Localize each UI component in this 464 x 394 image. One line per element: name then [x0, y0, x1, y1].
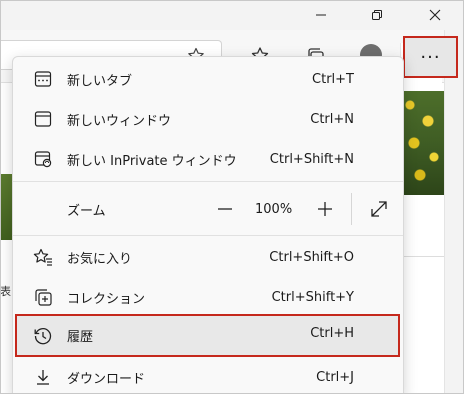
zoom-divider [351, 193, 352, 225]
inprivate-icon [33, 149, 53, 169]
menu-item-downloads[interactable]: ダウンロード Ctrl+J [17, 357, 400, 394]
minus-icon [218, 208, 232, 210]
download-icon [33, 367, 53, 387]
zoom-value: 100% [255, 201, 293, 217]
menu-separator [13, 235, 403, 236]
restore-icon [372, 10, 382, 20]
menu-item-new-inprivate-window[interactable]: 新しい InPrivate ウィンドウ Ctrl+Shift+N [17, 139, 400, 179]
menu-label: コレクション [67, 291, 146, 307]
menu-label: ダウンロード [67, 371, 146, 387]
menu-item-new-tab[interactable]: 新しいタブ Ctrl+T [17, 59, 400, 99]
page-divider [400, 256, 444, 257]
menu-label: 新しい InPrivate ウィンドウ [67, 153, 237, 169]
menu-label: 履歴 [67, 330, 94, 345]
page-text-left: 表 [0, 285, 11, 298]
zoom-out-button[interactable] [213, 197, 237, 221]
menu-shortcut: Ctrl+T [312, 71, 354, 87]
minimize-icon [316, 14, 326, 16]
full-screen-icon [371, 201, 387, 217]
menu-label: 新しいタブ [67, 73, 133, 89]
window-right-edge [444, 30, 464, 394]
menu-shortcut: Ctrl+H [310, 326, 354, 341]
menu-shortcut: Ctrl+Shift+Y [271, 289, 354, 305]
menu-shortcut: Ctrl+Shift+O [269, 249, 354, 265]
menu-item-history[interactable]: 履歴 Ctrl+H [15, 314, 400, 357]
settings-and-more-button[interactable]: ··· [403, 36, 458, 78]
menu-shortcut: Ctrl+N [310, 111, 354, 127]
restore-button[interactable] [354, 0, 400, 30]
title-bar [0, 0, 464, 30]
close-window-button[interactable] [412, 0, 458, 30]
favorites-icon [33, 247, 53, 267]
menu-item-favorites[interactable]: お気に入り Ctrl+Shift+O [17, 237, 400, 277]
menu-shortcut: Ctrl+J [316, 369, 354, 385]
menu-item-collections[interactable]: コレクション Ctrl+Shift+Y [17, 277, 400, 317]
zoom-in-button[interactable] [313, 197, 337, 221]
new-window-icon [33, 109, 53, 129]
minimize-button[interactable] [298, 0, 344, 30]
plus-icon [318, 202, 332, 216]
full-screen-button[interactable] [367, 197, 391, 221]
menu-label: 新しいウィンドウ [67, 113, 172, 129]
zoom-label: ズーム [67, 203, 106, 219]
menu-label: お気に入り [67, 251, 133, 267]
more-icon: ··· [420, 46, 441, 68]
history-icon [33, 326, 53, 346]
page-image-right [400, 91, 444, 195]
new-tab-icon [33, 69, 53, 89]
menu-separator [13, 181, 403, 182]
collections-icon [33, 287, 53, 307]
menu-item-zoom: ズーム 100% [17, 189, 400, 229]
menu-shortcut: Ctrl+Shift+N [269, 151, 354, 167]
close-icon [429, 9, 441, 21]
menu-item-new-window[interactable]: 新しいウィンドウ Ctrl+N [17, 99, 400, 139]
